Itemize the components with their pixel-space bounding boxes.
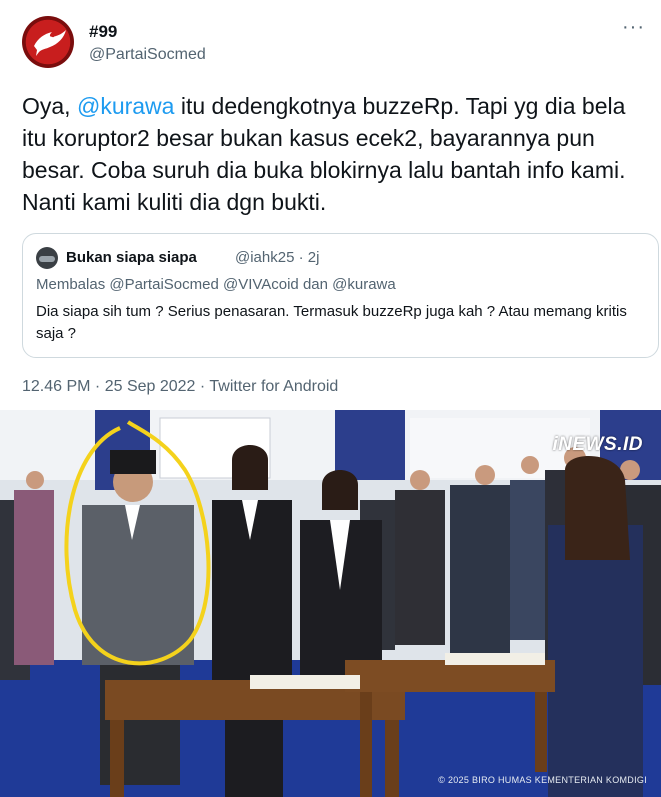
tweet-text-start: Oya, — [22, 93, 77, 119]
quoted-handle-time: @iahk25 · 2j — [235, 249, 320, 266]
quoted-tweet[interactable]: Bukan siapa siapa @iahk25 · 2j Membalas … — [22, 233, 659, 358]
tweet-card: #99 @PartaiSocmed ··· Oya, @kurawa itu d… — [0, 0, 661, 410]
quoted-text: Dia siapa sih tum ? Serius penasaran. Te… — [36, 303, 627, 342]
mention-link[interactable]: @kurawa — [77, 93, 175, 119]
quoted-reply-context: Membalas @PartaiSocmed @VIVAcoid dan @ku… — [36, 276, 396, 293]
quoted-display-name[interactable]: Bukan siapa siapa — [66, 249, 197, 266]
profile-avatar[interactable] — [22, 16, 74, 68]
tweet-timestamp[interactable]: 12.46 PM · 25 Sep 2022 · Twitter for And… — [22, 378, 338, 396]
dove-logo-icon — [34, 30, 66, 56]
more-options-icon[interactable]: ··· — [622, 17, 645, 37]
user-handle[interactable]: @PartaiSocmed — [89, 46, 206, 64]
tweet-text: Oya, @kurawa itu dedengkotnya buzzeRp. T… — [22, 90, 652, 218]
news-watermark: iNEWS.ID — [552, 434, 643, 455]
ceremony-photo-illustration — [0, 410, 661, 797]
attached-photo[interactable]: iNEWS.ID © 2025 BIRO HUMAS KEMENTERIAN K… — [0, 410, 661, 797]
quoted-avatar[interactable] — [36, 247, 58, 269]
photo-credit: © 2025 BIRO HUMAS KEMENTERIAN KOMDIGI — [438, 775, 647, 785]
display-name[interactable]: #99 — [89, 22, 117, 42]
